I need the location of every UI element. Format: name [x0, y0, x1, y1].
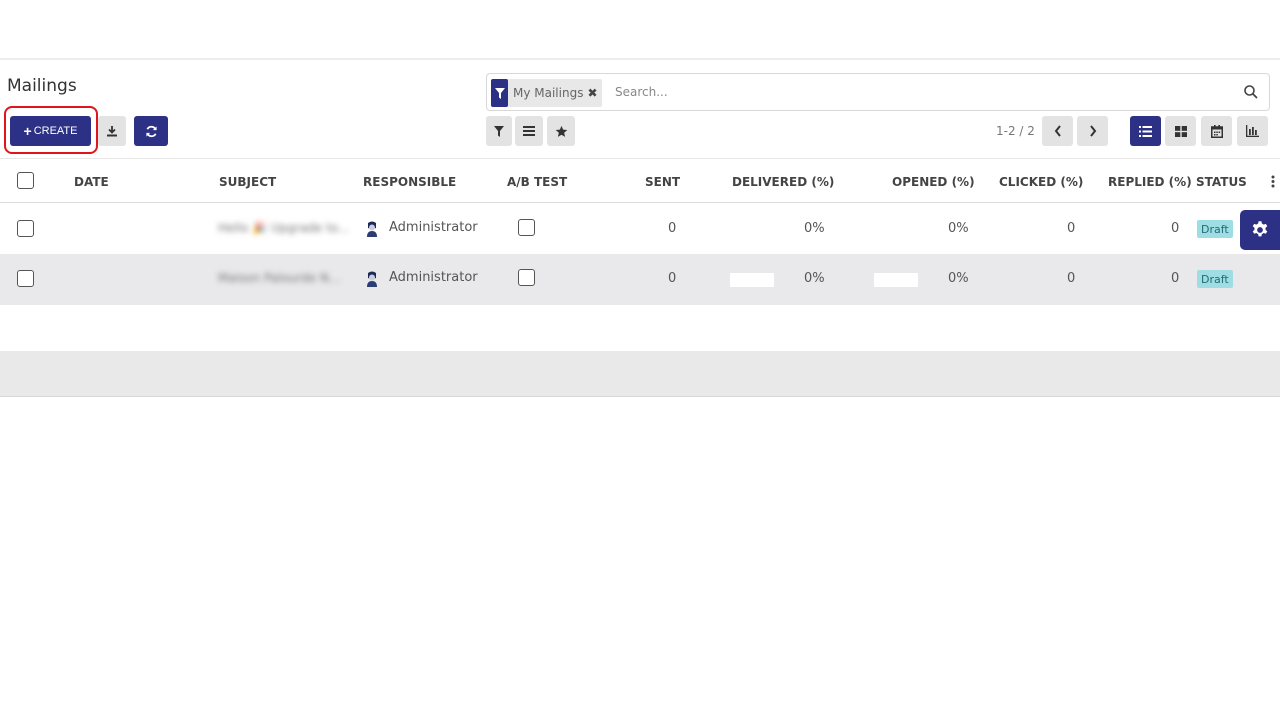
kanban-view-button[interactable] [1165, 116, 1196, 146]
pager-next-button[interactable] [1077, 116, 1108, 146]
refresh-button[interactable] [134, 116, 168, 146]
search-bar[interactable]: My Mailings ✖ [486, 73, 1270, 111]
row-responsible: Administrator [389, 220, 478, 235]
table-row[interactable]: Hello 🎉 Upgrade to... Administrator 0 0%… [0, 203, 1280, 254]
row-opened: 0% [948, 271, 969, 286]
filter-icon [494, 125, 504, 137]
opened-progress-bar [874, 273, 918, 287]
chevron-right-icon [1089, 125, 1096, 137]
select-all-checkbox[interactable] [17, 172, 34, 189]
row-clicked: 0 [1067, 271, 1076, 286]
avatar [367, 271, 377, 287]
column-responsible[interactable]: RESPONSIBLE [363, 175, 456, 189]
refresh-icon [145, 125, 157, 137]
filter-icon [491, 79, 508, 107]
search-icon[interactable] [1243, 84, 1259, 100]
row-delivered: 0% [804, 221, 825, 236]
column-date[interactable]: DATE [74, 175, 109, 189]
top-band [0, 0, 1280, 60]
row-checkbox[interactable] [17, 270, 34, 287]
groupby-button[interactable] [515, 116, 543, 146]
filters-button[interactable] [486, 116, 512, 146]
search-facet: My Mailings ✖ [491, 79, 602, 107]
column-delivered[interactable]: DELIVERED (%) [732, 175, 834, 189]
pager-previous-button[interactable] [1042, 116, 1073, 146]
download-button[interactable] [98, 116, 126, 146]
gear-icon [1252, 221, 1268, 237]
search-input[interactable] [615, 82, 1215, 102]
optional-columns-icon[interactable] [1271, 175, 1275, 188]
kanban-icon [1174, 125, 1187, 137]
row-opened: 0% [948, 221, 969, 236]
calendar-view-button[interactable] [1201, 116, 1232, 146]
favorites-button[interactable] [547, 116, 575, 146]
calendar-icon [1210, 124, 1223, 138]
row-subject: Hello 🎉 Upgrade to... [218, 221, 350, 235]
column-opened[interactable]: OPENED (%) [892, 175, 975, 189]
table-row[interactable]: Maison Palourde N... Administrator 0 0% … [0, 254, 1280, 305]
row-checkbox[interactable] [17, 220, 34, 237]
status-badge: Draft [1197, 270, 1233, 288]
facet-remove-icon[interactable]: ✖ [587, 86, 601, 100]
list-icon [1139, 125, 1152, 137]
column-sent[interactable]: SENT [645, 175, 680, 189]
row-sent: 0 [668, 221, 677, 236]
graph-view-button[interactable] [1237, 116, 1268, 146]
column-ab-test[interactable]: A/B TEST [507, 175, 567, 189]
row-sent: 0 [668, 271, 677, 286]
row-replied: 0 [1171, 221, 1180, 236]
star-icon [555, 125, 567, 137]
column-subject[interactable]: SUBJECT [219, 175, 276, 189]
avatar [367, 221, 377, 237]
row-ab-test-checkbox [518, 269, 535, 286]
row-subject: Maison Palourde N... [218, 271, 341, 285]
page-title: Mailings [7, 76, 77, 96]
list-view-button[interactable] [1130, 116, 1161, 146]
settings-tab[interactable] [1240, 210, 1280, 250]
facet-label: My Mailings [513, 86, 584, 100]
table-footer [0, 351, 1280, 397]
row-clicked: 0 [1067, 221, 1076, 236]
row-ab-test-checkbox [518, 219, 535, 236]
download-icon [107, 126, 117, 137]
create-highlight [4, 106, 98, 154]
status-badge: Draft [1197, 220, 1233, 238]
pager-value[interactable]: 1-2 / 2 [996, 124, 1035, 138]
row-delivered: 0% [804, 271, 825, 286]
column-clicked[interactable]: CLICKED (%) [999, 175, 1083, 189]
bar-chart-icon [1246, 125, 1259, 137]
groupby-icon [523, 126, 535, 136]
mailings-view: Mailings My Mailings ✖ + CREATE [0, 62, 1280, 662]
table-header: DATE SUBJECT RESPONSIBLE A/B TEST SENT D… [0, 158, 1280, 203]
column-status[interactable]: STATUS [1196, 175, 1247, 189]
row-replied: 0 [1171, 271, 1180, 286]
delivered-progress-bar [730, 273, 774, 287]
column-replied[interactable]: REPLIED (%) [1108, 175, 1192, 189]
row-responsible: Administrator [389, 270, 478, 285]
chevron-left-icon [1054, 125, 1061, 137]
